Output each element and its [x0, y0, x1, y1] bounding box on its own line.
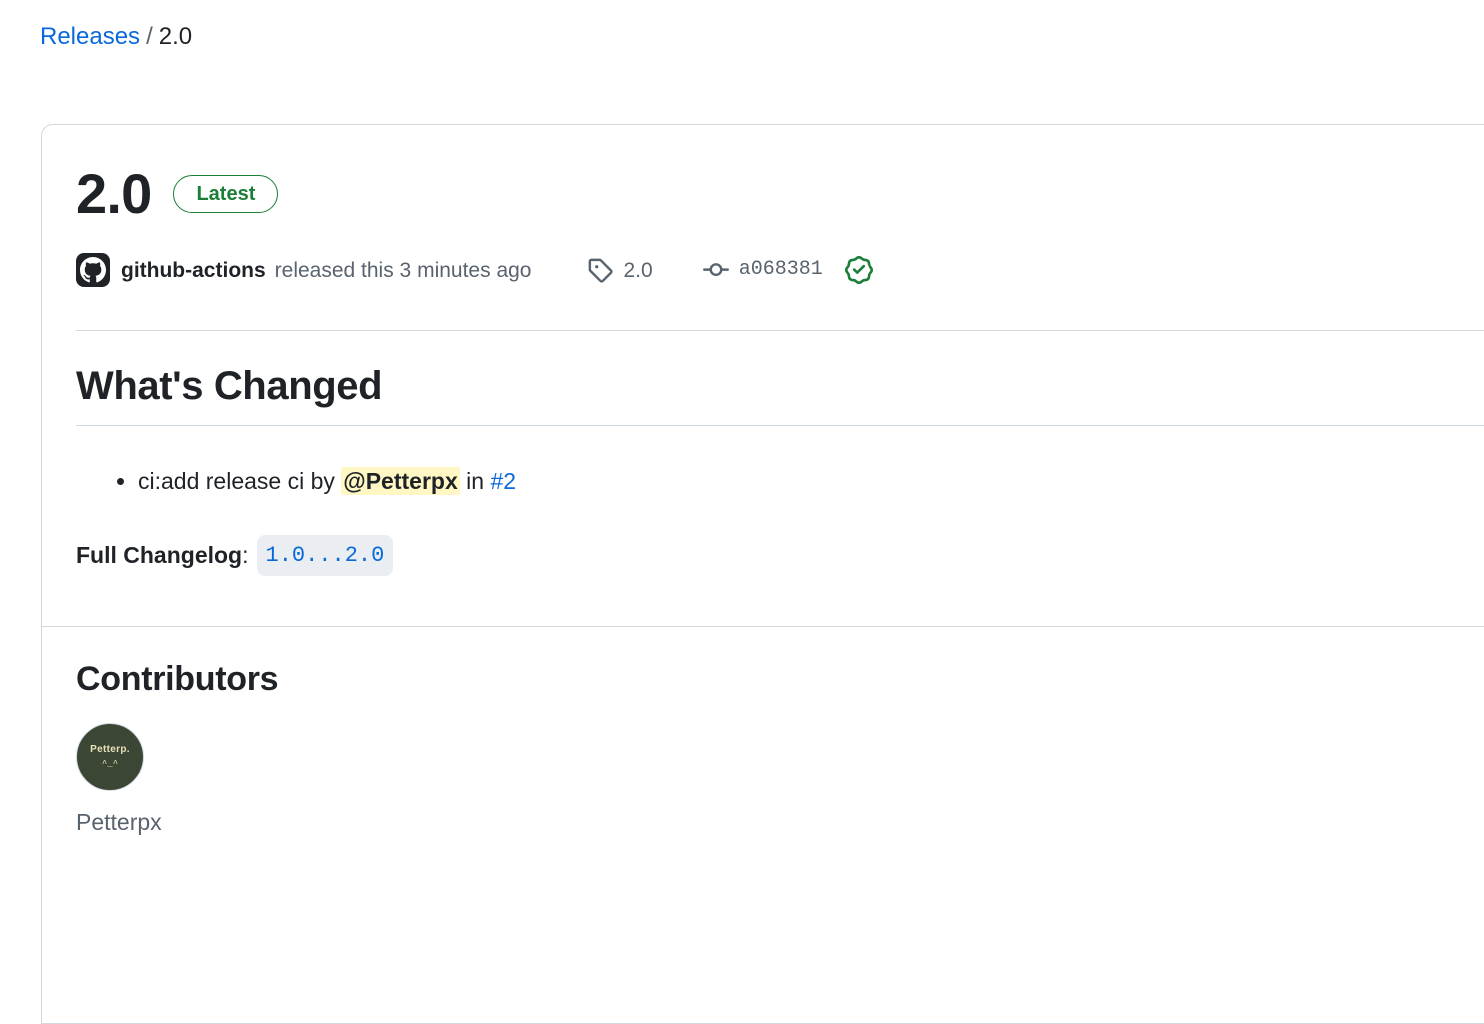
release-title-row: 2.0 Latest — [76, 161, 1484, 227]
breadcrumb-separator: / — [146, 23, 153, 50]
release-card-body: 2.0 Latest github-actions released this … — [42, 125, 1484, 576]
release-tag-name[interactable]: 2.0 — [623, 260, 652, 281]
page-title: 2.0 — [76, 162, 152, 225]
changelog-item-text: ci:add release ci by — [138, 468, 342, 494]
release-meta-row: github-actions released this 3 minutes a… — [76, 253, 1484, 287]
full-changelog-label: Full Changelog — [76, 541, 243, 568]
release-card: 2.0 Latest github-actions released this … — [41, 124, 1484, 1024]
breadcrumb-releases-link[interactable]: Releases — [40, 23, 140, 50]
release-author: github-actions — [76, 253, 266, 287]
verified-badge-icon[interactable] — [844, 256, 873, 284]
release-notes-body: What's Changed ci:add release ci by @Pet… — [76, 331, 1484, 576]
git-commit-icon — [702, 257, 729, 283]
release-commit-sha[interactable]: a068381 — [739, 260, 823, 280]
changelog-list: ci:add release ci by @Petterpx in #2 — [76, 464, 1484, 499]
full-changelog-paragraph: Full Changelog: 1.0...2.0 — [76, 534, 1484, 576]
tag-icon — [587, 257, 614, 283]
full-changelog-compare-link[interactable]: 1.0...2.0 — [256, 534, 394, 576]
section-heading-whats-changed: What's Changed — [76, 361, 1484, 426]
status-badge-latest: Latest — [173, 175, 279, 213]
section-heading-contributors: Contributors — [76, 659, 279, 698]
pull-request-link[interactable]: #2 — [490, 468, 516, 494]
list-item: ci:add release ci by @Petterpx in #2 — [138, 464, 1484, 499]
list-item: Petterp. ^_^ Petterpx — [76, 723, 162, 837]
release-author-link[interactable]: github-actions — [121, 260, 266, 281]
release-published-text: released this 3 minutes ago — [274, 258, 532, 282]
full-changelog-colon: : — [242, 541, 249, 568]
release-tag-group: 2.0 — [587, 257, 653, 283]
breadcrumb-current-release: 2.0 — [158, 23, 193, 50]
contributor-username-link[interactable]: Petterpx — [76, 809, 162, 837]
contributor-list: Petterp. ^_^ Petterpx — [76, 723, 1484, 837]
avatar-label: Petterp. — [90, 744, 130, 756]
avatar[interactable]: Petterp. ^_^ — [76, 723, 144, 792]
avatar-face: ^_^ — [101, 759, 119, 770]
breadcrumb: Releases/2.0 — [40, 20, 192, 54]
user-mention-link[interactable]: @Petterpx — [341, 467, 460, 495]
contributors-section: Contributors Petterp. ^_^ Petterpx — [42, 627, 1484, 837]
changelog-item-text-middle: in — [459, 468, 491, 494]
github-octocat-icon — [76, 253, 110, 287]
release-commit-group: a068381 — [702, 256, 873, 284]
